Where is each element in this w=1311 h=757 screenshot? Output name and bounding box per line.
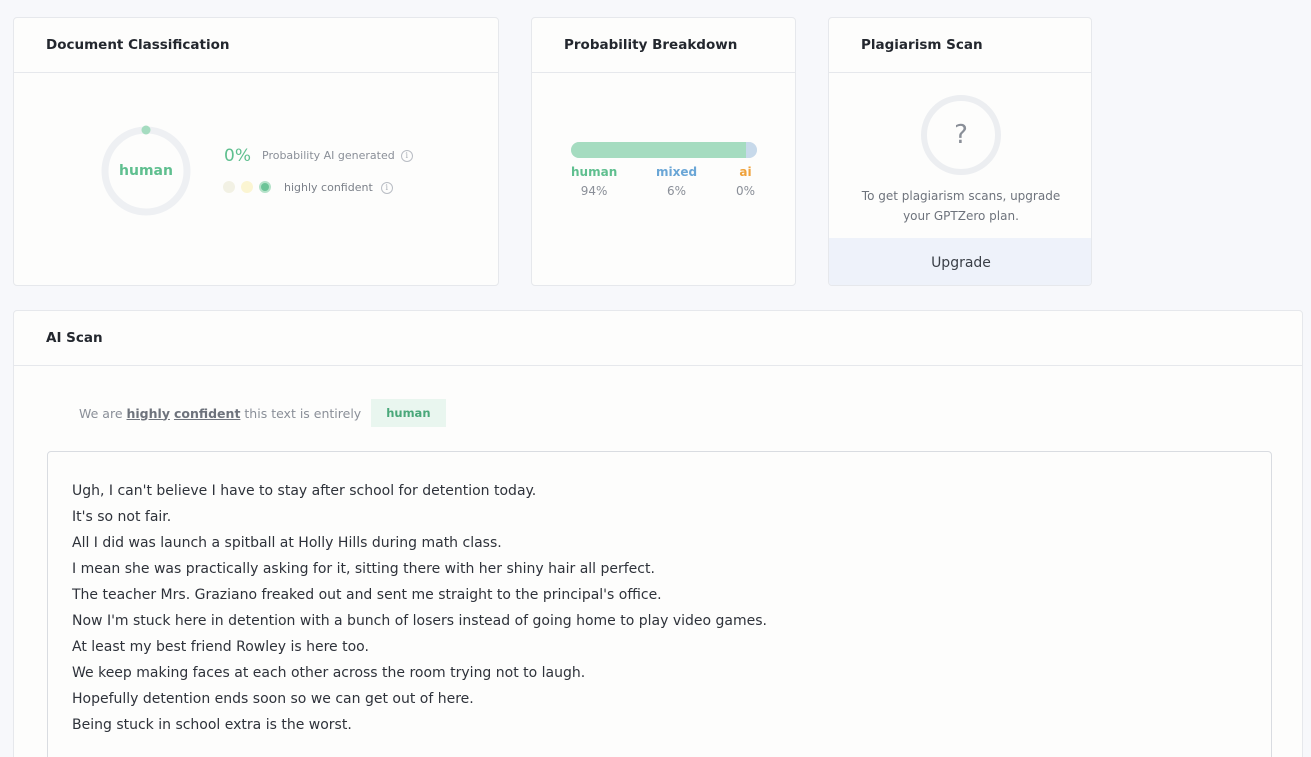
question-icon: ?	[921, 95, 1001, 175]
legend-mixed: mixed 6%	[656, 165, 697, 198]
probability-bar	[571, 142, 757, 158]
legend-value: 94%	[580, 184, 608, 198]
verdict-suffix: this text is entirely	[244, 405, 362, 421]
text-line: At least my best friend Rowley is here t…	[72, 639, 369, 655]
plagiarism-message: To get plagiarism scans, upgrade your GP…	[861, 189, 1061, 223]
legend-human: human 94%	[571, 165, 617, 198]
text-line: It's so not fair.	[72, 509, 172, 525]
card-title: Probability Breakdown	[532, 18, 795, 73]
text-line: Being stuck in school extra is the worst…	[72, 717, 352, 733]
ai-probability-percent: 0%	[224, 146, 251, 166]
text-line: We keep making faces at each other acros…	[72, 665, 586, 681]
confidence-dots	[223, 181, 271, 193]
legend-value: 0%	[736, 184, 756, 198]
probability-label-row: Probability AI generated i	[262, 149, 413, 162]
probability-breakdown-card: Probability Breakdown human 94% mixed 6%…	[531, 17, 796, 286]
text-line: Now I'm stuck here in detention with a b…	[72, 613, 767, 629]
legend-name: ai	[739, 165, 752, 179]
text-line: I mean she was practically asking for it…	[72, 561, 655, 577]
text-line: Hopefully detention ends soon so we can …	[72, 691, 474, 707]
confidence-dot-low	[223, 181, 235, 193]
verdict-highly-link[interactable]: highly	[127, 406, 170, 421]
card-title: AI Scan	[14, 311, 1302, 366]
text-line: Ugh, I can't believe I have to stay afte…	[72, 483, 537, 499]
text-line: The teacher Mrs. Graziano freaked out an…	[72, 587, 662, 603]
classification-label: human	[119, 163, 173, 179]
confidence-label-row: highly confident i	[284, 181, 393, 194]
legend-ai: ai 0%	[736, 165, 755, 198]
bar-segment-mixed	[745, 142, 757, 158]
card-title: Document Classification	[14, 18, 498, 73]
document-classification-card: Document Classification human 0% Probabi…	[13, 17, 499, 286]
verdict-confident-link[interactable]: confident	[174, 406, 240, 421]
verdict-row: We are highly confident this text is ent…	[79, 399, 446, 427]
info-icon[interactable]: i	[400, 149, 413, 162]
bar-segment-human	[571, 142, 746, 158]
legend-name: human	[571, 165, 618, 179]
info-icon[interactable]: i	[380, 181, 393, 194]
verdict-prefix: We are	[79, 405, 123, 421]
confidence-dot-medium	[241, 181, 253, 193]
probability-label: Probability AI generated	[262, 149, 395, 162]
card-title: Plagiarism Scan	[829, 18, 1091, 73]
plagiarism-scan-card: Plagiarism Scan ? To get plagiarism scan…	[828, 17, 1092, 286]
human-tag: human	[371, 399, 446, 427]
text-line: All I did was launch a spitball at Holly…	[72, 535, 502, 551]
ai-scan-card: AI Scan We are highly confident this tex…	[13, 310, 1303, 757]
confidence-label: highly confident	[284, 181, 373, 194]
legend-name: mixed	[656, 165, 698, 179]
confidence-dot-high	[259, 181, 271, 193]
scanned-text-box[interactable]: Ugh, I can't believe I have to stay afte…	[47, 451, 1272, 757]
legend-value: 6%	[667, 184, 687, 198]
upgrade-button[interactable]: Upgrade	[829, 238, 1091, 285]
